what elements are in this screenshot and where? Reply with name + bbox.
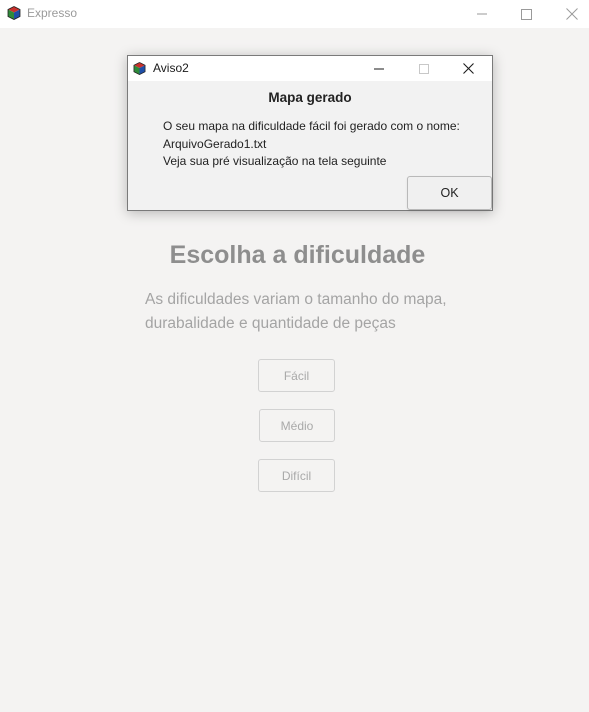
cube-icon xyxy=(7,6,21,20)
medium-button[interactable]: Médio xyxy=(259,409,335,442)
dialog-message-line: O seu mapa na dificuldade fácil foi gera… xyxy=(163,119,460,133)
easy-button[interactable]: Fácil xyxy=(258,359,335,392)
dialog-titlebar[interactable]: Aviso2 xyxy=(128,56,492,81)
dialog-message: O seu mapa na dificuldade fácil foi gera… xyxy=(163,118,483,171)
hard-button[interactable]: Difícil xyxy=(258,459,335,492)
dialog-title: Aviso2 xyxy=(153,61,189,75)
maximize-icon xyxy=(418,63,429,74)
dialog-minimize-button[interactable] xyxy=(356,56,401,81)
minimize-button[interactable] xyxy=(459,0,505,28)
dialog-message-line: Veja sua pré visualização na tela seguin… xyxy=(163,154,387,168)
app-title: Expresso xyxy=(27,6,78,20)
cube-icon xyxy=(133,62,146,75)
close-button[interactable] xyxy=(549,0,589,28)
ok-button[interactable]: OK xyxy=(407,176,492,210)
page-title: Escolha a dificuldade xyxy=(169,241,426,269)
minimize-icon xyxy=(477,13,487,15)
dialog-close-button[interactable] xyxy=(446,56,491,81)
dialog-message-line: ArquivoGerado1.txt xyxy=(163,136,267,151)
maximize-icon xyxy=(520,8,532,20)
dialog-maximize-button xyxy=(401,56,446,81)
minimize-icon xyxy=(373,68,384,69)
close-icon xyxy=(566,8,578,20)
alert-dialog: Aviso2 Mapa gerado O seu mapa na dificul… xyxy=(127,55,493,211)
dialog-heading: Mapa gerado xyxy=(268,90,352,105)
main-titlebar[interactable]: Expresso xyxy=(0,0,589,28)
maximize-button[interactable] xyxy=(503,0,549,28)
close-icon xyxy=(463,63,474,74)
page-description: As dificuldades variam o tamanho do mapa… xyxy=(145,291,447,332)
